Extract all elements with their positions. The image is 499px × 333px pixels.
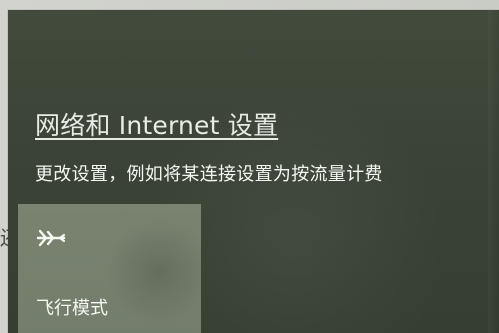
airplane-icon — [34, 221, 68, 255]
network-internet-settings-link[interactable]: 网络和 Internet 设置 — [35, 106, 278, 142]
airplane-mode-label: 飞行模式 — [36, 298, 108, 319]
airplane-mode-tile[interactable]: 飞行模式 — [18, 204, 201, 333]
network-settings-description: 更改设置，例如将某连接设置为按流量计费 — [35, 164, 383, 185]
network-flyout-photo: 还 网络和 Internet 设置 更改设置，例如将某连接设置为按流量计费 飞行… — [0, 0, 499, 333]
network-flyout-panel: 网络和 Internet 设置 更改设置，例如将某连接设置为按流量计费 飞行模式 — [8, 10, 499, 333]
